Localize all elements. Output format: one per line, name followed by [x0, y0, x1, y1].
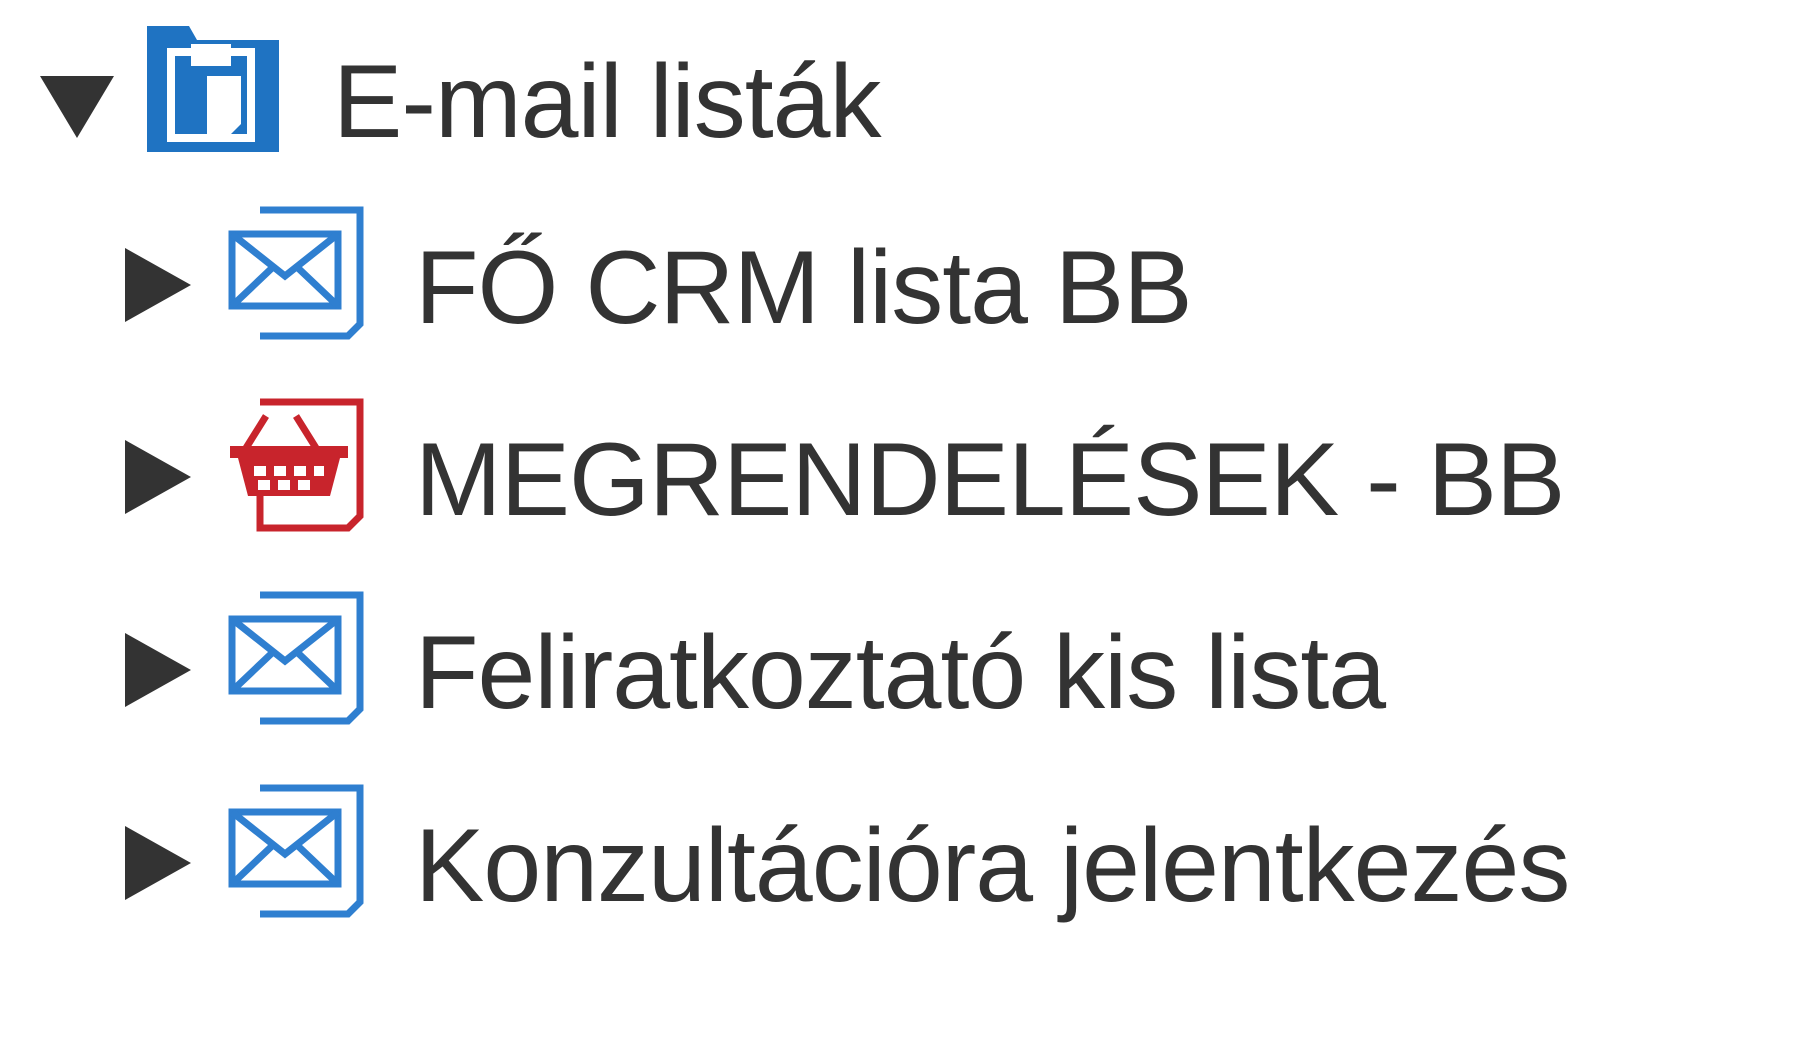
shopping-basket-icon	[226, 396, 366, 539]
tree-node-label: MEGRENDELÉSEK - BB	[415, 422, 1565, 538]
expand-arrow-icon[interactable]	[125, 826, 191, 900]
tree-node-label: FŐ CRM lista BB	[415, 230, 1193, 346]
tree-node-label: Konzultációra jelentkezés	[415, 808, 1570, 924]
tree-node-email-lists[interactable]: E-mail listák	[0, 10, 1803, 180]
expand-arrow-icon[interactable]	[125, 248, 191, 322]
collapse-arrow-icon[interactable]	[40, 76, 114, 138]
folder-clipboard-icon	[145, 26, 281, 159]
expand-arrow-icon[interactable]	[125, 633, 191, 707]
tree-node-fo-crm-lista[interactable]: FŐ CRM lista BB	[0, 200, 1803, 370]
email-lists-tree: E-mail listák FŐ CRM lista BB MEGRENDELÉ…	[0, 0, 1803, 1053]
tree-node-megrendelesek[interactable]: MEGRENDELÉSEK - BB	[0, 392, 1803, 562]
tree-node-feliratkoztato[interactable]: Feliratkoztató kis lista	[0, 585, 1803, 755]
mail-list-icon	[226, 782, 366, 925]
tree-node-label: Feliratkoztató kis lista	[415, 615, 1386, 731]
mail-list-icon	[226, 589, 366, 732]
tree-node-konzultaciora[interactable]: Konzultációra jelentkezés	[0, 778, 1803, 948]
mail-list-icon	[226, 204, 366, 347]
tree-node-label: E-mail listák	[333, 44, 882, 160]
expand-arrow-icon[interactable]	[125, 440, 191, 514]
